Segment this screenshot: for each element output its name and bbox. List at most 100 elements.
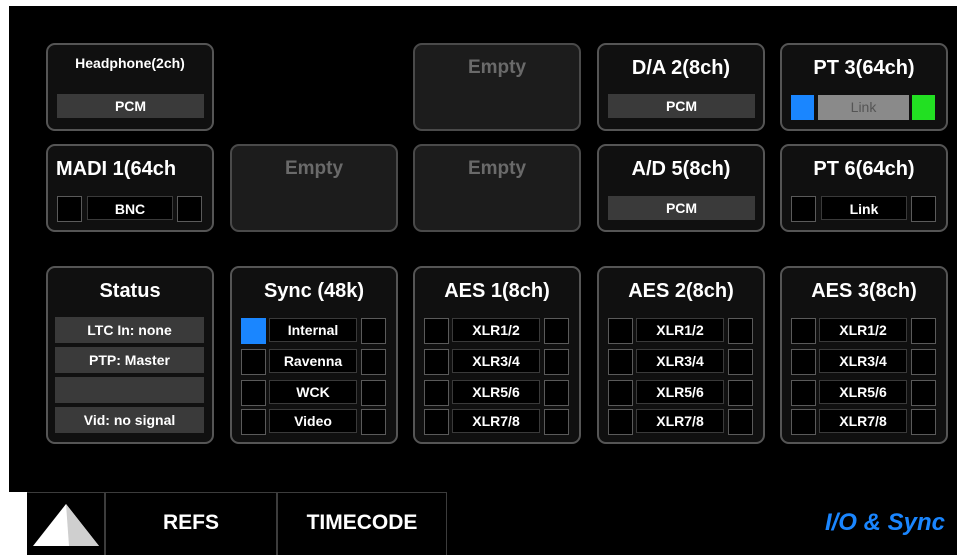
aes3-row2-left[interactable] [791,349,816,375]
pt3-left-indicator[interactable] [791,95,814,120]
format-bar: PCM [57,94,204,118]
status-row-ptp: PTP: Master [55,347,204,373]
aes3-row3-right[interactable] [911,380,936,406]
aes1-row1-right[interactable] [544,318,569,344]
aes1-row2-left[interactable] [424,349,449,375]
io-sync-panel: Headphone(2ch) PCM Empty D/A 2(8ch) PCM … [9,6,957,492]
aes1-row1-left[interactable] [424,318,449,344]
aes2-row2-right[interactable] [728,349,753,375]
aes1-row4-right[interactable] [544,409,569,435]
slot-title: PT 6(64ch) [813,158,915,180]
aes2-row3-right[interactable] [728,380,753,406]
pt6-left-indicator[interactable] [791,196,816,222]
sync-row-internal[interactable]: Internal [269,318,357,342]
aes3-row-xlr34[interactable]: XLR3/4 [819,349,907,373]
aes2-row3-left[interactable] [608,380,633,406]
sync-video-selector[interactable] [241,409,266,435]
slot-madi1[interactable]: MADI 1(64ch BNC [46,144,214,232]
aes3-panel: AES 3(8ch) XLR1/2 XLR3/4 XLR5/6 XLR7/8 [780,266,948,444]
aes3-row1-right[interactable] [911,318,936,344]
sync-wck-selector[interactable] [241,380,266,406]
aes2-row4-left[interactable] [608,409,633,435]
slot-empty[interactable]: Empty [413,144,581,232]
slot-title: Headphone(2ch) [75,55,185,71]
aes2-title: AES 2(8ch) [628,280,734,302]
aes1-row3-right[interactable] [544,380,569,406]
sync-ravenna-right[interactable] [361,349,386,375]
page-title: I/O & Sync [824,509,945,536]
sync-row-video[interactable]: Video [269,409,357,433]
slot-empty[interactable]: Empty [413,43,581,131]
aes1-row-xlr56[interactable]: XLR5/6 [452,380,540,404]
link-bar: Link [821,196,907,220]
format-bar: PCM [608,196,755,220]
aes3-row4-left[interactable] [791,409,816,435]
slot-empty[interactable]: Empty [230,144,398,232]
slot-headphone[interactable]: Headphone(2ch) PCM [46,43,214,131]
aes3-row1-left[interactable] [791,318,816,344]
aes2-row1-right[interactable] [728,318,753,344]
sync-ravenna-selector[interactable] [241,349,266,375]
status-row-blank [55,377,204,403]
aes2-row-xlr12[interactable]: XLR1/2 [636,318,724,342]
madi1-left-indicator[interactable] [57,196,82,222]
pt6-right-indicator[interactable] [911,196,936,222]
aes1-row4-left[interactable] [424,409,449,435]
aes2-row2-left[interactable] [608,349,633,375]
slot-title: A/D 5(8ch) [631,158,731,180]
aes1-panel: AES 1(8ch) XLR1/2 XLR3/4 XLR5/6 XLR7/8 [413,266,581,444]
slot-title: Empty [467,158,527,179]
aes3-row-xlr56[interactable]: XLR5/6 [819,380,907,404]
slot-pt6[interactable]: PT 6(64ch) Link [780,144,948,232]
aes1-row2-right[interactable] [544,349,569,375]
slot-title: Empty [467,57,527,78]
aes2-row-xlr78[interactable]: XLR7/8 [636,409,724,433]
triangle-icon [33,504,99,546]
sync-internal-right[interactable] [361,318,386,344]
link-bar: Link [818,95,909,120]
status-row-ltc: LTC In: none [55,317,204,343]
aes2-row-xlr34[interactable]: XLR3/4 [636,349,724,373]
aes3-row2-right[interactable] [911,349,936,375]
pt3-right-indicator[interactable] [912,95,935,120]
aes3-title: AES 3(8ch) [811,280,917,302]
connector-bar: BNC [87,196,173,220]
aes3-row4-right[interactable] [911,409,936,435]
aes2-row1-left[interactable] [608,318,633,344]
aes2-row4-right[interactable] [728,409,753,435]
sync-title: Sync (48k) [263,280,365,302]
aes3-row-xlr78[interactable]: XLR7/8 [819,409,907,433]
timecode-tab[interactable]: TIMECODE [277,492,447,555]
sync-row-ravenna[interactable]: Ravenna [269,349,357,373]
slot-pt3[interactable]: PT 3(64ch) Link [780,43,948,131]
aes1-row-xlr12[interactable]: XLR1/2 [452,318,540,342]
sync-internal-selector[interactable] [241,318,266,344]
slot-title: D/A 2(8ch) [631,57,731,79]
slot-ad5[interactable]: A/D 5(8ch) PCM [597,144,765,232]
slot-title: Empty [284,158,344,179]
slot-title: MADI 1(64ch [56,158,177,180]
aes3-row-xlr12[interactable]: XLR1/2 [819,318,907,342]
aes1-title: AES 1(8ch) [444,280,550,302]
bottom-nav-bar: REFS TIMECODE I/O & Sync [27,492,957,555]
madi1-right-indicator[interactable] [177,196,202,222]
aes1-row3-left[interactable] [424,380,449,406]
status-panel: Status LTC In: none PTP: Master Vid: no … [46,266,214,444]
format-bar: PCM [608,94,755,118]
sync-video-right[interactable] [361,409,386,435]
refs-tab[interactable]: REFS [105,492,277,555]
status-title: Status [99,280,161,302]
aes1-row-xlr34[interactable]: XLR3/4 [452,349,540,373]
sync-panel: Sync (48k) Internal Ravenna WCK Video [230,266,398,444]
aes1-row-xlr78[interactable]: XLR7/8 [452,409,540,433]
device-screen: Headphone(2ch) PCM Empty D/A 2(8ch) PCM … [0,0,957,555]
slot-title: PT 3(64ch) [813,57,915,79]
aes2-row-xlr56[interactable]: XLR5/6 [636,380,724,404]
aes3-row3-left[interactable] [791,380,816,406]
status-row-video: Vid: no signal [55,407,204,433]
home-button[interactable] [27,492,105,555]
sync-row-wck[interactable]: WCK [269,380,357,404]
slot-da2[interactable]: D/A 2(8ch) PCM [597,43,765,131]
sync-wck-right[interactable] [361,380,386,406]
aes2-panel: AES 2(8ch) XLR1/2 XLR3/4 XLR5/6 XLR7/8 [597,266,765,444]
